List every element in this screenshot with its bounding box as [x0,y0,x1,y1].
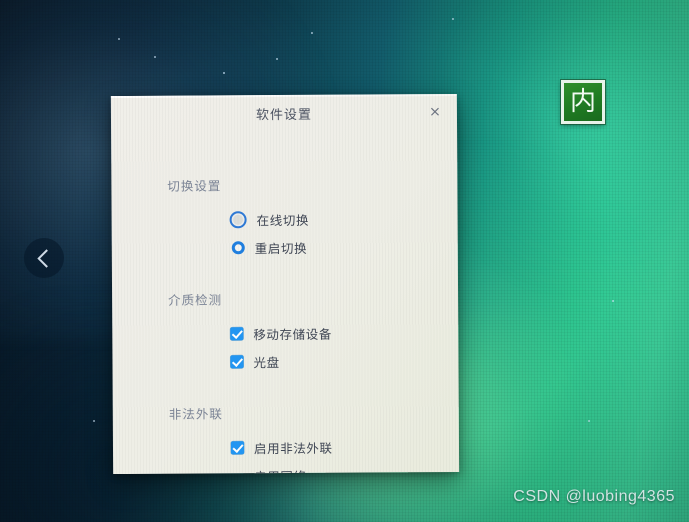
checkbox-row-enable-illegal-link[interactable]: 启用非法外联 [230,433,459,460]
wallpaper-speck [223,72,225,74]
wallpaper-speck [452,18,454,20]
radio-restart-switch[interactable] [231,240,245,254]
section-title-media-detection: 介质检测 [168,292,223,308]
checkbox-optical-disc[interactable] [230,354,244,368]
check-icon [231,441,244,453]
checkbox-label-removable-storage: 移动存储设备 [253,326,332,342]
wallpaper-speck [612,300,614,302]
radio-label-online-switch: 在线切换 [256,212,310,228]
options-switch-settings: 在线切换 重启切换 [229,205,458,260]
checkbox-removable-storage[interactable] [230,326,244,340]
section-switch-settings: 切换设置 在线切换 重启切换 [111,174,458,263]
checkbox-label-enable-illegal-link: 启用非法外联 [253,440,333,456]
section-title-switch-settings: 切换设置 [167,178,222,194]
network-zone-badge[interactable]: 内 [561,80,605,124]
software-settings-dialog: 软件设置 × 切换设置 在线切换 重启切换 介质检测 移动存储设备 光盘 非法外… [110,93,460,475]
section-title-illegal-external-link: 非法外联 [168,406,223,422]
section-media-detection: 介质检测 移动存储设备 光盘 [112,288,459,377]
label-enable-network: 启用网络 [254,465,307,474]
check-icon [231,327,243,339]
dialog-body: 切换设置 在线切换 重启切换 介质检测 移动存储设备 光盘 非法外联 启用非法外… [111,130,457,474]
wallpaper-glow-right [449,0,689,280]
radio-label-restart-switch: 重启切换 [254,240,308,256]
wallpaper-speck [118,38,120,40]
options-media-detection: 移动存储设备 光盘 [230,319,458,374]
radio-row-restart-switch[interactable]: 重启切换 [230,233,458,260]
checkbox-enable-illegal-link[interactable] [230,440,245,454]
checkbox-label-optical-disc: 光盘 [253,354,280,370]
checkbox-row-optical-disc[interactable]: 光盘 [230,347,458,374]
row-enable-network[interactable]: 启用网络 [231,461,459,474]
radio-online-switch[interactable] [229,210,247,228]
checkbox-row-removable-storage[interactable]: 移动存储设备 [230,319,458,346]
desktop-screen: 内 软件设置 × 切换设置 在线切换 重启切换 介质检测 移动存储设备 光盘 非… [0,0,689,522]
wallpaper-speck [311,32,313,34]
wallpaper-speck [154,56,156,58]
wallpaper-speck [276,58,278,60]
chevron-left-icon [36,248,56,268]
dialog-title: 软件设置 [255,107,313,123]
wallpaper-speck [588,420,590,422]
radio-row-online-switch[interactable]: 在线切换 [229,205,458,232]
badge-glyph: 内 [569,87,596,117]
watermark: CSDN @luobing4365 [513,488,675,505]
check-icon [231,355,243,367]
section-illegal-external-link: 非法外联 启用非法外联 启用网络 [113,402,459,474]
options-illegal-external-link: 启用非法外联 启用网络 [230,433,459,474]
wallpaper-speck [93,420,95,422]
close-icon[interactable]: × [426,103,444,121]
dialog-titlebar: 软件设置 × [111,94,457,132]
back-button[interactable] [24,238,64,278]
